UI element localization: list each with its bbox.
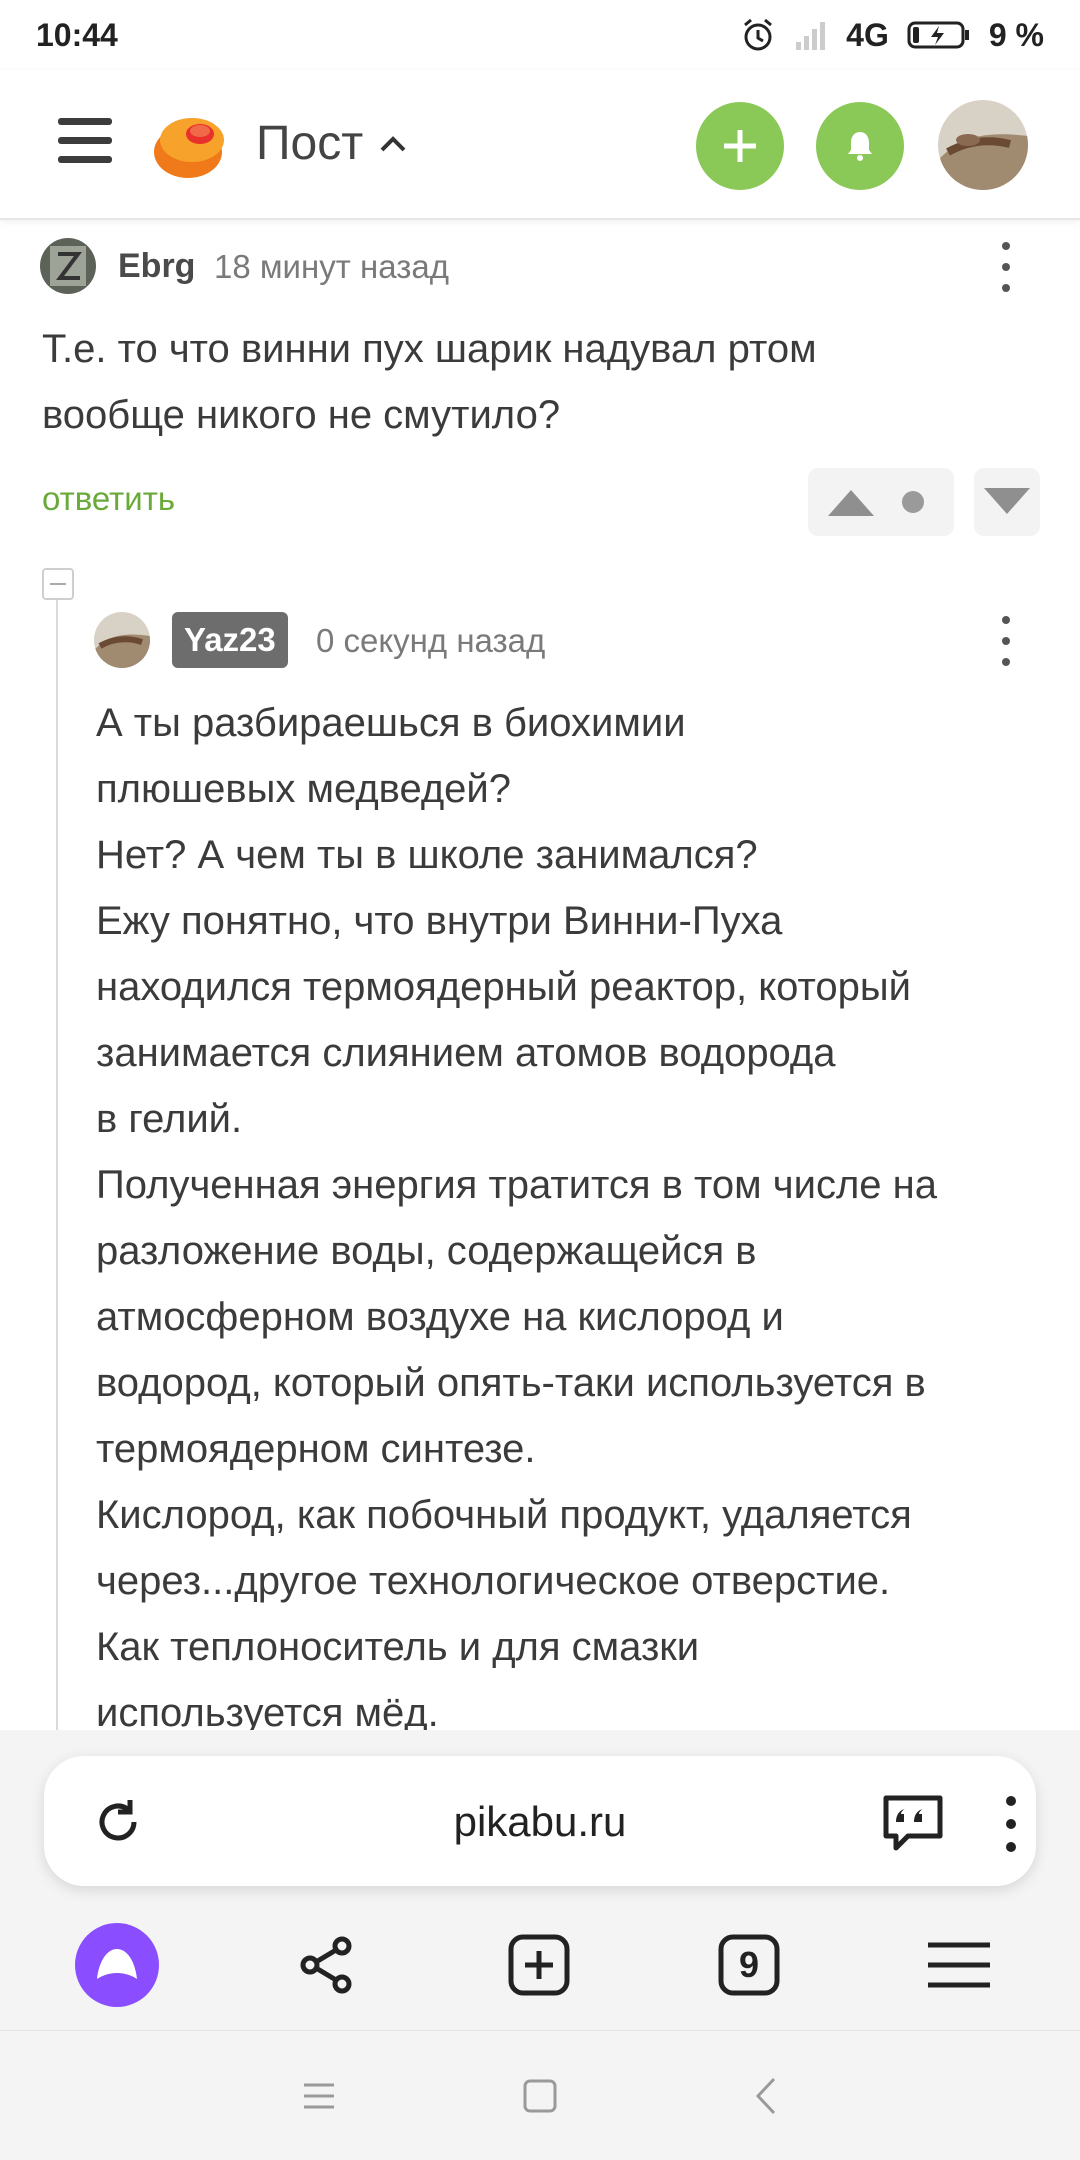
signal-icon [794, 20, 828, 50]
share-icon [300, 1936, 352, 1994]
comment-line: водород, который опять-таки используется… [96, 1361, 926, 1405]
notifications-button[interactable] [816, 102, 904, 190]
rating-dot [902, 491, 924, 513]
comment-line: А ты разбираешься в биохимии [96, 701, 686, 745]
back-icon[interactable] [742, 2071, 792, 2121]
comment-line: Ежу понятно, что внутри Винни-Пуха [96, 899, 783, 943]
comment-time: 18 минут назад [214, 248, 449, 285]
comment-line: занимается слиянием атомов водорода [96, 1031, 836, 1075]
new-tab-icon [508, 1934, 570, 1996]
avatar[interactable] [40, 238, 96, 294]
comment-line: Полученная энергия тратится в том числе … [96, 1163, 937, 1207]
thread-line[interactable] [56, 600, 58, 1730]
more-icon[interactable] [1002, 1796, 1020, 1852]
comment-line: атмосферном воздухе на кислород и [96, 1295, 784, 1339]
more-icon[interactable] [996, 242, 1016, 292]
network-type: 4G [846, 16, 889, 53]
collapse-thread-button[interactable] [42, 568, 74, 600]
app-header: Пост [0, 70, 1080, 220]
reply-link[interactable]: ответить [42, 480, 175, 518]
comment-time: 0 секунд назад [316, 622, 546, 659]
battery-icon [907, 20, 971, 50]
chevron-up-icon [380, 135, 406, 151]
pikabu-logo[interactable] [150, 104, 230, 184]
comment-line: Т.е. то что винни пух шарик надувал ртом [42, 327, 817, 371]
page-title-dropdown[interactable]: Пост [256, 116, 409, 171]
menu-icon[interactable] [58, 118, 112, 172]
vote-up-box [808, 468, 954, 536]
new-tab-button[interactable] [494, 1920, 584, 2010]
comment-line: разложение воды, содержащейся в [96, 1229, 757, 1273]
comment-author[interactable]: Ebrg [118, 247, 195, 286]
bell-icon [848, 132, 872, 161]
alarm-icon [740, 17, 776, 53]
share-button[interactable] [282, 1920, 372, 2010]
comment-text: Т.е. то что винни пух шарик надувал ртом… [42, 316, 1042, 448]
status-bar: 10:44 4G 9 % [0, 0, 1080, 70]
quote-icon[interactable] [880, 1792, 946, 1854]
comment-line: термоядерном синтезе. [96, 1427, 536, 1471]
recent-apps-icon[interactable] [294, 2071, 344, 2121]
comment-line: в гелий. [96, 1097, 243, 1141]
comment-line: через...другое технологическое отверстие… [96, 1559, 891, 1603]
home-icon[interactable] [515, 2071, 565, 2121]
user-avatar[interactable] [938, 100, 1028, 190]
comment-text: А ты разбираешься в биохимии плюшевых ме… [96, 690, 1056, 1746]
alice-button[interactable] [72, 1920, 162, 2010]
alice-icon [75, 1923, 159, 2007]
comment-line: Кислород, как побочный продукт, удаляетс… [96, 1493, 912, 1537]
url-bar[interactable]: pikabu.ru [44, 1756, 1036, 1886]
arrow-down-icon[interactable] [984, 488, 1030, 516]
arrow-up-icon[interactable] [828, 488, 874, 516]
comment-line: вообще никого не смутило? [42, 393, 561, 437]
tabs-button[interactable]: 9 [704, 1920, 794, 2010]
avatar[interactable] [94, 612, 150, 668]
comment-line: плюшевых медведей? [96, 767, 511, 811]
system-nav-bar [0, 2030, 1080, 2160]
comment-line: находился термоядерный реактор, который [96, 965, 911, 1009]
status-time: 10:44 [36, 16, 118, 53]
browser-menu-button[interactable] [914, 1920, 1004, 2010]
create-post-button[interactable] [696, 102, 784, 190]
more-icon[interactable] [996, 616, 1016, 666]
plus-icon [724, 130, 756, 162]
status-icons: 4G 9 % [740, 17, 1044, 54]
page-title: Пост [256, 117, 364, 170]
comment-line: Как теплоноситель и для смазки [96, 1625, 700, 1669]
vote-down-box [974, 468, 1040, 536]
battery-percent: 9 % [988, 16, 1044, 53]
comment-line: Нет? А чем ты в школе занимался? [96, 833, 758, 877]
tabs-count: 9 [738, 1944, 760, 1985]
comment-author[interactable]: Yaz23 [172, 612, 288, 668]
hamburger-icon [928, 1942, 990, 1988]
